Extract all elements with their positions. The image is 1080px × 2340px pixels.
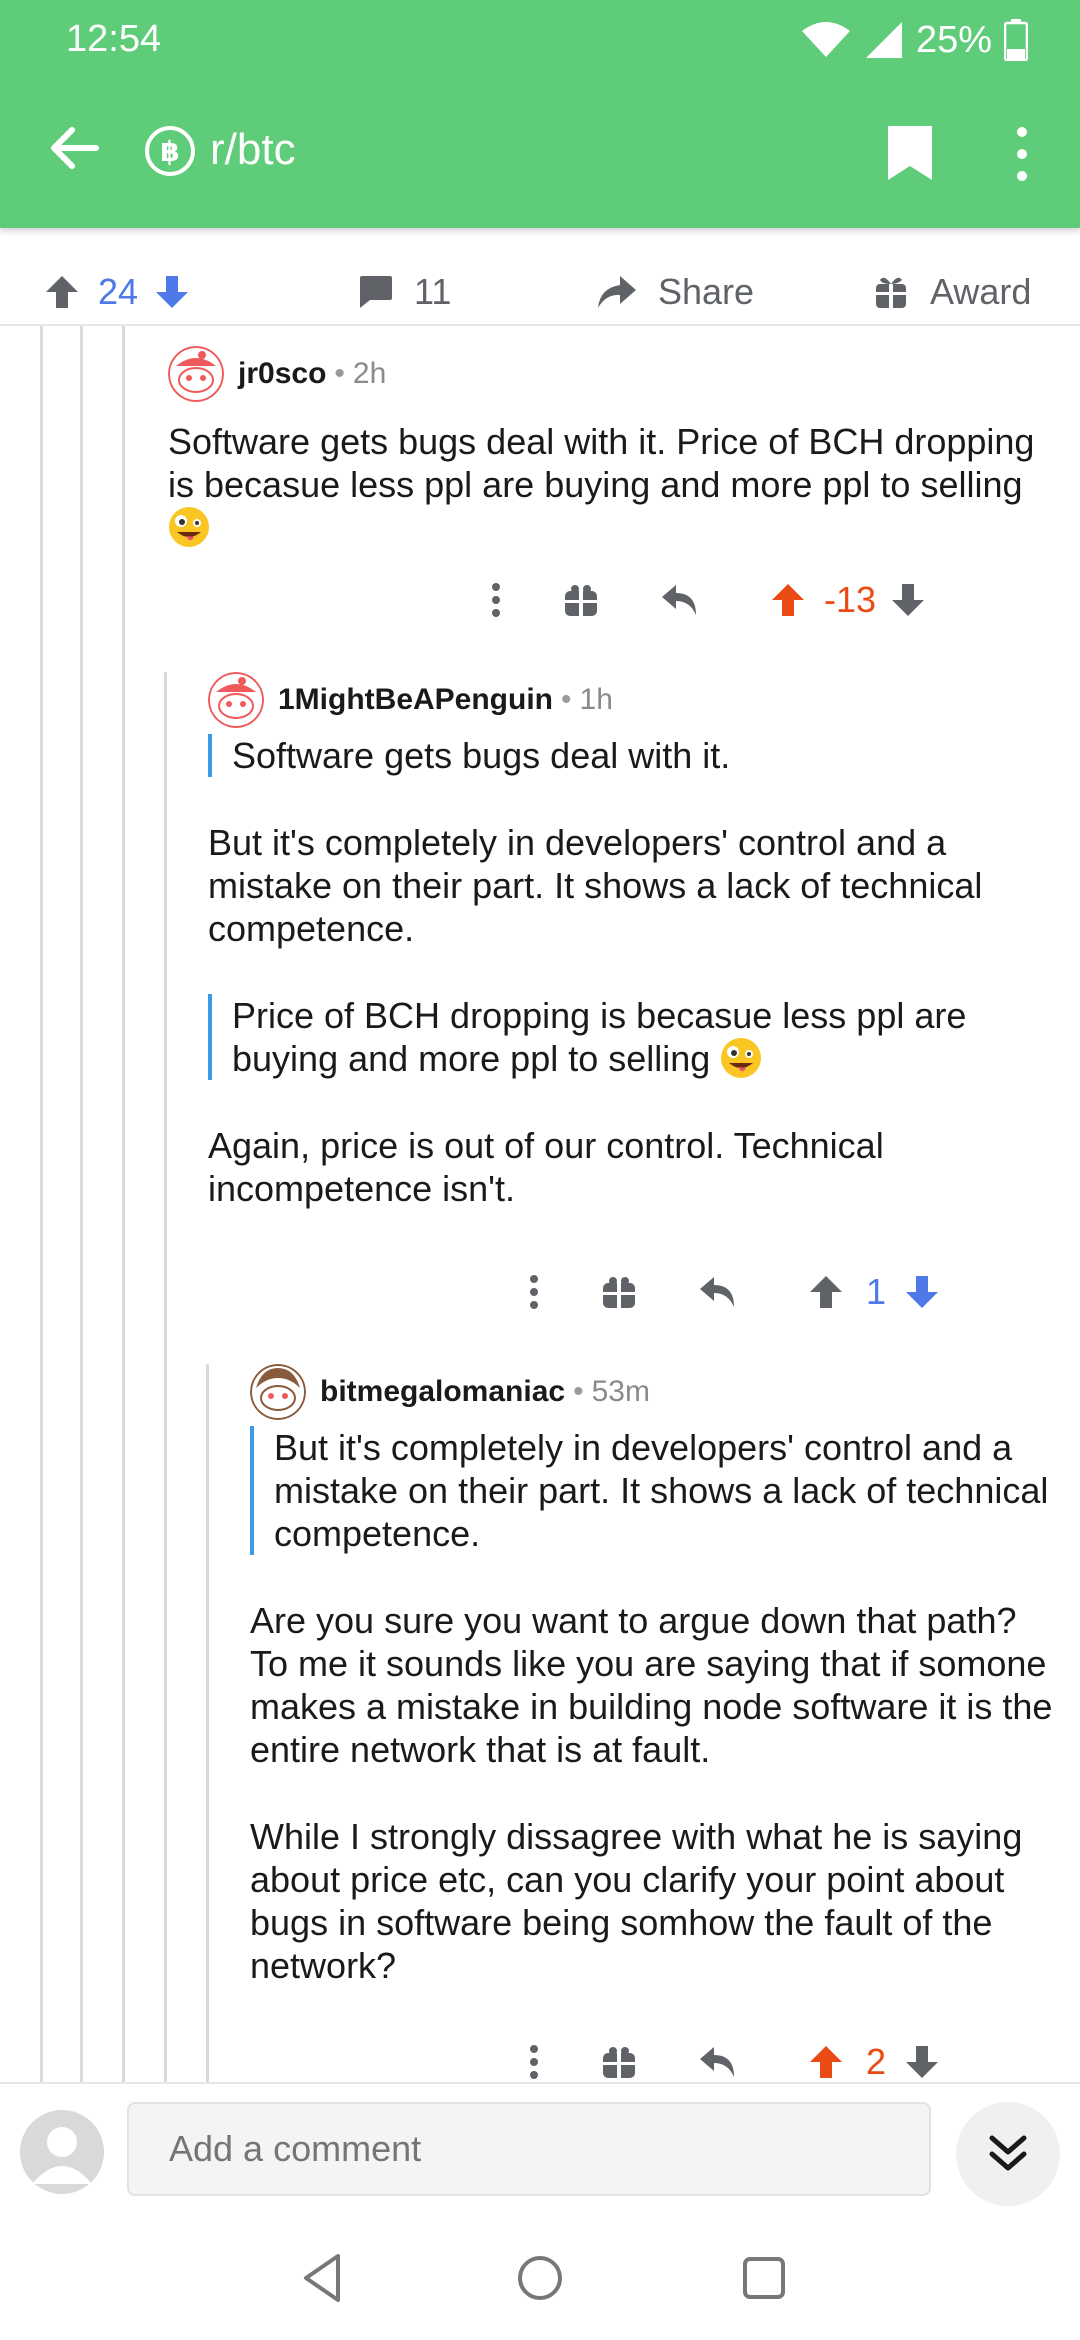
- more-options-icon[interactable]: [528, 2044, 540, 2080]
- double-chevron-down-icon: [989, 2135, 1027, 2171]
- comment-composer-bar: [0, 2082, 1080, 2214]
- gift-icon: [876, 277, 906, 308]
- avatar[interactable]: [208, 672, 264, 728]
- thread-line-2[interactable]: [80, 326, 83, 2082]
- avatar[interactable]: [168, 346, 224, 402]
- award-label: Award: [930, 271, 1032, 312]
- reply-icon[interactable]: [698, 2045, 738, 2079]
- comments-button[interactable]: 11: [356, 262, 451, 322]
- share-button[interactable]: Share: [596, 262, 754, 322]
- award-button[interactable]: Award: [874, 262, 1031, 322]
- post-vote: 24: [44, 262, 190, 322]
- comment-paragraph: Again, price is out of our control. Tech…: [208, 1125, 884, 1209]
- comment-age: 53m: [591, 1375, 650, 1408]
- comment-paragraph: Are you sure you want to argue down that…: [250, 1600, 1053, 1770]
- system-nav-bar: [0, 2212, 1080, 2340]
- upvote-icon[interactable]: [44, 274, 80, 310]
- gift-icon[interactable]: [602, 1275, 636, 1309]
- thread-line-5[interactable]: [206, 1364, 209, 2082]
- post-score: 24: [98, 271, 139, 312]
- battery-text: 25%: [915, 18, 992, 61]
- comment-score: 1: [866, 1271, 887, 1312]
- comment-text: Software gets bugs deal with it. Price o…: [168, 421, 1035, 505]
- comment-paragraph: While I strongly dissagree with what he …: [250, 1816, 1023, 1986]
- comment-header: bitmegalomaniac • 53m: [250, 1364, 1055, 1420]
- more-vertical-icon[interactable]: [1010, 124, 1034, 184]
- comment-author[interactable]: bitmegalomaniac: [320, 1375, 565, 1409]
- avatar[interactable]: [250, 1364, 306, 1420]
- comment-1mightbeapenguin: 1MightBeAPenguin • 1h Software gets bugs…: [208, 672, 1048, 1210]
- comment-jr0sco: jr0sco • 2h Software gets bugs deal with…: [168, 346, 1068, 549]
- more-options-icon[interactable]: [490, 582, 502, 618]
- battery-icon: [1004, 19, 1028, 61]
- thread-line-4[interactable]: [164, 672, 167, 2082]
- comment-body: Software gets bugs deal with it. But it'…: [208, 734, 1048, 1210]
- gift-icon[interactable]: [602, 2045, 636, 2079]
- thread-line-3[interactable]: [122, 326, 125, 2082]
- quote-block: Price of BCH dropping is becasue less pp…: [208, 994, 1048, 1080]
- person-icon: [32, 2127, 92, 2184]
- comment-input[interactable]: [127, 2102, 931, 2196]
- status-icons: 25%: [800, 14, 1028, 66]
- comment-header: jr0sco • 2h: [168, 346, 1068, 402]
- comment-actions-jr0sco: -13: [490, 570, 926, 630]
- share-label: Share: [658, 271, 755, 312]
- comment-bitmegalomaniac: bitmegalomaniac • 53m But it's completel…: [250, 1364, 1055, 1987]
- comment-age: 2h: [352, 357, 387, 390]
- zany-face-emoji-icon: [721, 1038, 762, 1078]
- collapse-threads-button[interactable]: [956, 2102, 1060, 2206]
- quote-block: Software gets bugs deal with it.: [208, 734, 1048, 777]
- upvote-icon[interactable]: [808, 2044, 844, 2080]
- bookmark-icon[interactable]: [886, 124, 934, 182]
- comment-author[interactable]: 1MightBeAPenguin: [278, 683, 553, 717]
- separator-dot: •: [334, 357, 345, 390]
- nav-recents-icon[interactable]: [736, 2250, 792, 2306]
- upvote-icon[interactable]: [808, 1274, 844, 1310]
- subreddit-icon: ฿: [145, 126, 195, 176]
- comment-actions-1mightbeapenguin: 1: [528, 1262, 940, 1322]
- separator-dot: •: [573, 1375, 584, 1408]
- comment-score: 2: [866, 2041, 887, 2082]
- share-icon: [598, 276, 636, 308]
- downvote-icon[interactable]: [154, 274, 190, 310]
- thread-line-1[interactable]: [40, 326, 43, 2082]
- comment-age: 1h: [579, 683, 613, 716]
- user-avatar[interactable]: [20, 2110, 104, 2194]
- reply-icon[interactable]: [698, 1275, 738, 1309]
- nav-back-icon[interactable]: [296, 2250, 352, 2306]
- downvote-icon[interactable]: [904, 1274, 940, 1310]
- comment-body: But it's completely in developers' contr…: [250, 1426, 1055, 1987]
- comment-score: -13: [824, 579, 877, 620]
- more-options-icon[interactable]: [528, 1274, 540, 1310]
- post-action-bar: 24 11 Share Award: [0, 262, 1080, 326]
- subreddit-name[interactable]: r/btc: [210, 125, 296, 175]
- comment-header: 1MightBeAPenguin • 1h: [208, 672, 1048, 728]
- zany-face-emoji-icon: [169, 507, 209, 547]
- upvote-icon[interactable]: [770, 582, 806, 618]
- reply-icon[interactable]: [660, 583, 700, 617]
- nav-home-icon[interactable]: [512, 2250, 568, 2306]
- quote-text: Price of BCH dropping is becasue less pp…: [232, 995, 967, 1079]
- quote-block: But it's completely in developers' contr…: [250, 1426, 1055, 1555]
- separator-dot: •: [561, 683, 572, 716]
- comment-icon: [360, 276, 392, 308]
- signal-icon: [865, 22, 902, 58]
- downvote-icon[interactable]: [890, 582, 926, 618]
- comment-paragraph: But it's completely in developers' contr…: [208, 822, 983, 949]
- app-bar: 12:54 25% ฿ r/btc: [0, 0, 1080, 228]
- wifi-icon: [801, 22, 850, 57]
- status-time: 12:54: [66, 18, 162, 60]
- downvote-icon[interactable]: [904, 2044, 940, 2080]
- comment-body: Software gets bugs deal with it. Price o…: [168, 420, 1068, 549]
- back-arrow-icon[interactable]: [44, 118, 104, 178]
- gift-icon[interactable]: [564, 583, 598, 617]
- comment-author[interactable]: jr0sco: [238, 357, 326, 391]
- comment-count: 11: [414, 271, 452, 312]
